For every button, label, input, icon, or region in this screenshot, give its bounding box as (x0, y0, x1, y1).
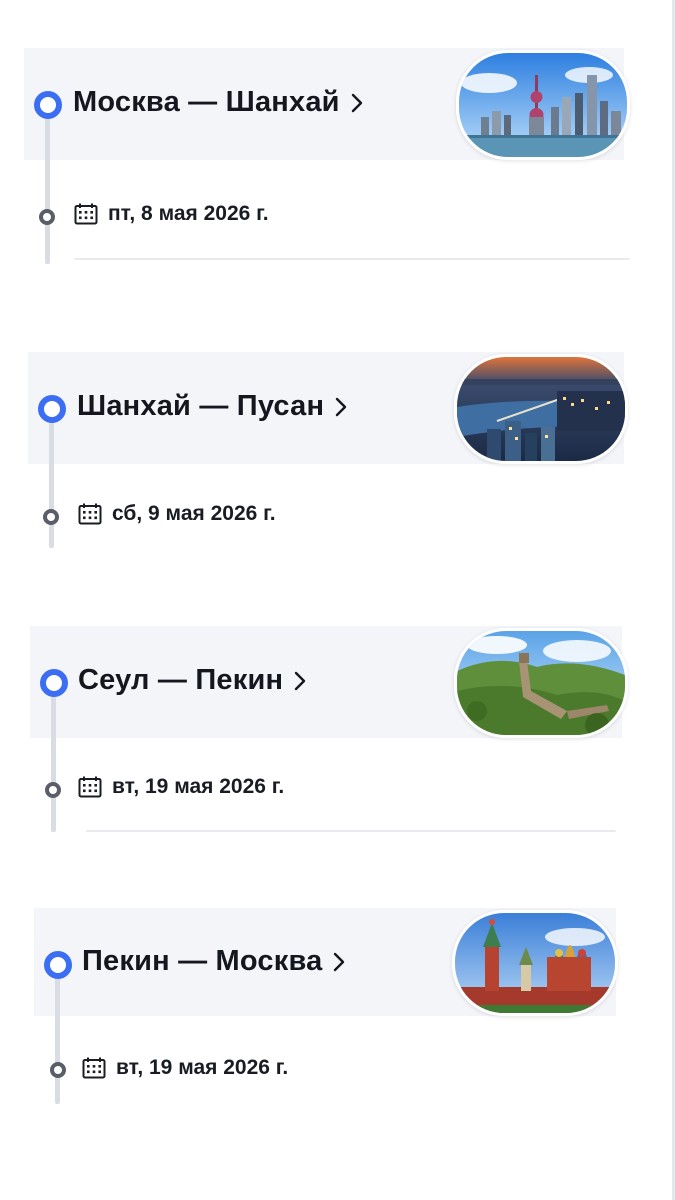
route-title-link[interactable]: Пекин — Москва (82, 945, 346, 978)
segment-moscow-shanghai: Москва — Шанхай пт, 8 мая 2026 г. (24, 48, 644, 268)
divider (86, 830, 616, 832)
timeline-line (55, 966, 60, 1104)
segment-date: сб, 9 мая 2026 г. (112, 502, 276, 525)
route-title: Шанхай — Пусан (77, 390, 325, 422)
date-row: пт, 8 мая 2026 г. (74, 202, 269, 226)
chevron-right-icon (335, 397, 347, 416)
date-dot (39, 209, 55, 225)
segment-date: вт, 19 мая 2026 г. (116, 1056, 289, 1079)
chevron-right-icon (351, 93, 362, 112)
route-title-link[interactable]: Шанхай — Пусан (77, 390, 348, 423)
timeline-line (45, 106, 50, 264)
chevron-right-icon (295, 671, 306, 690)
calendar-icon (82, 1057, 106, 1079)
city-photo-shanghai (456, 50, 630, 160)
route-title: Москва — Шанхай (73, 86, 340, 118)
date-row: вт, 19 мая 2026 г. (82, 1056, 288, 1080)
date-row: вт, 19 мая 2026 г. (78, 775, 284, 799)
city-photo-great-wall (454, 628, 628, 738)
calendar-icon (74, 203, 98, 225)
chevron-right-icon (334, 952, 345, 971)
route-start-dot (44, 951, 72, 979)
route-start-dot (40, 669, 68, 697)
date-dot (45, 782, 61, 798)
trip-itinerary: Москва — Шанхай пт, 8 мая 2026 г. Шанхай… (0, 0, 675, 1200)
segment-date: пт, 8 мая 2026 г. (108, 202, 269, 225)
segment-beijing-moscow: Пекин — Москва вт, 19 мая 2026 г. (34, 908, 654, 1108)
route-title: Пекин — Москва (82, 945, 323, 977)
route-title: Сеул — Пекин (78, 664, 284, 696)
city-photo-moscow (452, 910, 618, 1016)
date-dot (50, 1062, 66, 1078)
segment-shanghai-busan: Шанхай — Пусан сб, 9 мая 2026 г. (28, 352, 648, 552)
route-title-link[interactable]: Сеул — Пекин (78, 664, 307, 697)
segment-date: вт, 19 мая 2026 г. (112, 775, 285, 798)
route-title-link[interactable]: Москва — Шанхай (73, 86, 364, 119)
route-start-dot (34, 91, 62, 119)
timeline-line (49, 410, 54, 548)
timeline-line (51, 684, 56, 832)
date-row: сб, 9 мая 2026 г. (78, 502, 276, 526)
city-photo-busan (454, 354, 628, 464)
calendar-icon (78, 503, 102, 525)
date-dot (43, 509, 59, 525)
segment-seoul-beijing: Сеул — Пекин вт, 19 мая 2026 г. (30, 626, 650, 836)
route-start-dot (38, 395, 66, 423)
calendar-icon (78, 776, 102, 798)
divider (74, 258, 630, 260)
